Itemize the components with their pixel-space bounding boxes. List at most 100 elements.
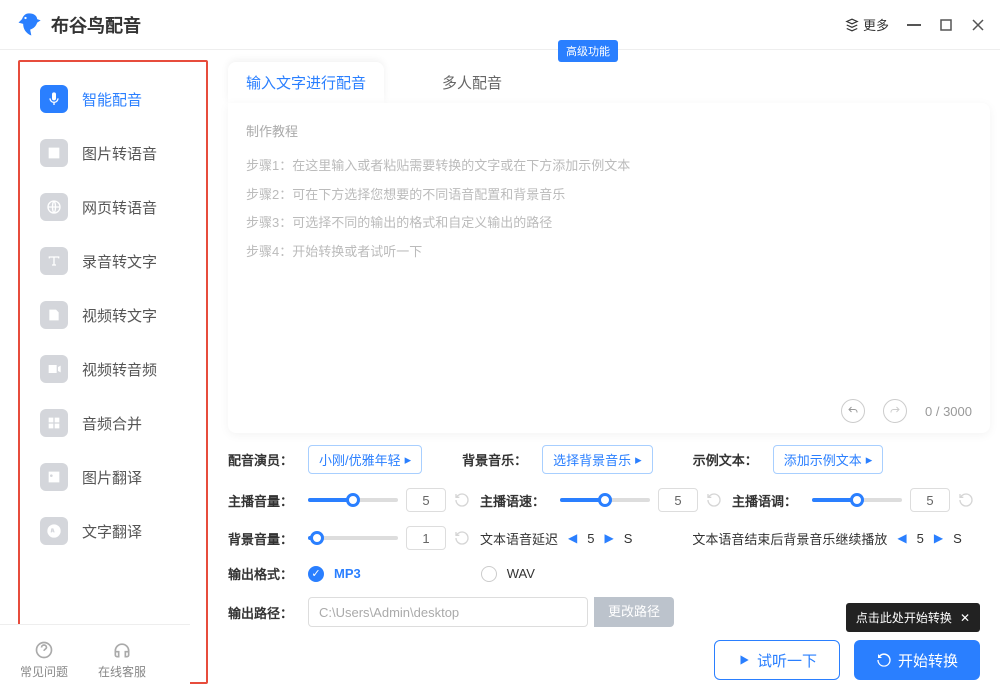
maximize-button[interactable] — [939, 18, 953, 32]
sidebar-item-video-to-text[interactable]: 视频转文字 — [20, 288, 206, 342]
sidebar-item-label: 视频转文字 — [82, 305, 157, 326]
speed-slider[interactable] — [560, 498, 650, 502]
reset-icon[interactable] — [454, 492, 470, 508]
bgvol-label: 背景音量： — [228, 529, 298, 548]
delay-increase[interactable]: ▶ — [604, 531, 613, 545]
continue-increase[interactable]: ▶ — [934, 531, 943, 545]
continue-value: 5 — [917, 531, 924, 546]
tone-slider[interactable] — [812, 498, 902, 502]
text-icon — [40, 247, 68, 275]
play-icon — [737, 653, 751, 667]
delay-decrease[interactable]: ◀ — [568, 531, 577, 545]
sidebar-item-video-to-audio[interactable]: 视频转音频 — [20, 342, 206, 396]
app-title: 布谷鸟配音 — [51, 12, 141, 38]
photo-icon — [40, 463, 68, 491]
editor-line: 步骤1：在这里输入或者粘贴需要转换的文字或在下方添加示例文本 — [246, 152, 972, 181]
bird-icon — [15, 11, 43, 39]
sidebar-item-label: 图片翻译 — [82, 467, 142, 488]
faq-button[interactable]: 常见问题 — [20, 640, 68, 680]
delay-value: 5 — [587, 531, 594, 546]
play-icon: ▸ — [866, 452, 873, 468]
redo-button[interactable] — [883, 399, 907, 423]
volume-value[interactable]: 5 — [406, 488, 446, 512]
bgvol-slider[interactable] — [308, 536, 398, 540]
delay-unit: S — [624, 531, 633, 546]
speed-label: 主播语速： — [480, 491, 550, 510]
reset-icon[interactable] — [454, 530, 470, 546]
sidebar: 智能配音 图片转语音 网页转语音 录音转文字 视频转文字 视频转音频 音频合并 — [18, 60, 208, 684]
main-panel: 高级功能 输入文字进行配音 多人配音 制作教程 步骤1：在这里输入或者粘贴需要转… — [208, 50, 1000, 694]
play-icon: ▸ — [405, 452, 412, 468]
actor-label: 配音演员： — [228, 450, 298, 469]
sidebar-item-audio-merge[interactable]: 音频合并 — [20, 396, 206, 450]
editor-line: 步骤3：可选择不同的输出的格式和自定义输出的路径 — [246, 209, 972, 238]
continue-decrease[interactable]: ◀ — [897, 531, 906, 545]
change-path-button[interactable]: 更改路径 — [594, 597, 674, 627]
tabs: 高级功能 输入文字进行配音 多人配音 — [228, 62, 990, 103]
video-text-icon — [40, 301, 68, 329]
radio-mp3[interactable] — [308, 566, 324, 582]
editor-header: 制作教程 — [246, 121, 972, 140]
editor-line: 步骤2：可在下方选择您想要的不同语音配置和背景音乐 — [246, 181, 972, 210]
sidebar-item-label: 音频合并 — [82, 413, 142, 434]
bgm-select[interactable]: 选择背景音乐▸ — [542, 445, 653, 474]
sidebar-item-web-to-voice[interactable]: 网页转语音 — [20, 180, 206, 234]
merge-icon — [40, 409, 68, 437]
reset-icon[interactable] — [958, 492, 974, 508]
support-button[interactable]: 在线客服 — [98, 640, 146, 680]
preview-button[interactable]: 试听一下 — [714, 640, 840, 680]
titlebar: 布谷鸟配音 更多 — [0, 0, 1000, 50]
sidebar-item-smart-voice[interactable]: 智能配音 — [20, 72, 206, 126]
image-icon — [40, 139, 68, 167]
volume-label: 主播音量： — [228, 491, 298, 510]
editor-line: 步骤4：开始转换或者试听一下 — [246, 238, 972, 267]
more-button[interactable]: 更多 — [845, 15, 889, 34]
undo-button[interactable] — [841, 399, 865, 423]
tab-multi-voice[interactable]: 多人配音 — [424, 62, 520, 103]
format-label: 输出格式： — [228, 564, 298, 583]
format-mp3-label: MP3 — [334, 566, 361, 581]
tone-label: 主播语调： — [732, 491, 802, 510]
sidebar-item-label: 网页转语音 — [82, 197, 157, 218]
format-wav-label: WAV — [507, 566, 535, 581]
sidebar-item-audio-to-text[interactable]: 录音转文字 — [20, 234, 206, 288]
app-logo: 布谷鸟配音 — [15, 11, 141, 39]
convert-icon — [876, 652, 892, 668]
reset-icon[interactable] — [706, 492, 722, 508]
convert-button[interactable]: 开始转换 — [854, 640, 980, 680]
play-icon: ▸ — [635, 452, 642, 468]
tone-value[interactable]: 5 — [910, 488, 950, 512]
sidebar-item-image-to-voice[interactable]: 图片转语音 — [20, 126, 206, 180]
sample-select[interactable]: 添加示例文本▸ — [773, 445, 884, 474]
actor-select[interactable]: 小刚/优雅年轻▸ — [308, 445, 422, 474]
continue-unit: S — [953, 531, 962, 546]
path-input[interactable]: C:\Users\Admin\desktop — [308, 597, 588, 627]
bgvol-value[interactable]: 1 — [406, 526, 446, 550]
translate-icon — [40, 517, 68, 545]
close-button[interactable] — [971, 18, 985, 32]
tab-text-input[interactable]: 输入文字进行配音 — [228, 62, 384, 103]
video-icon — [40, 355, 68, 383]
path-label: 输出路径： — [228, 603, 298, 622]
sidebar-item-text-translate[interactable]: 文字翻译 — [20, 504, 206, 558]
delay-label: 文本语音延迟 — [480, 529, 558, 548]
sidebar-item-label: 文字翻译 — [82, 521, 142, 542]
convert-tooltip: 点击此处开始转换 ✕ — [846, 603, 980, 632]
sidebar-item-label: 视频转音频 — [82, 359, 157, 380]
sidebar-item-image-translate[interactable]: 图片翻译 — [20, 450, 206, 504]
mic-icon — [40, 85, 68, 113]
tooltip-close[interactable]: ✕ — [960, 611, 970, 625]
question-icon — [34, 640, 54, 660]
sidebar-item-label: 智能配音 — [82, 89, 142, 110]
minimize-button[interactable] — [907, 18, 921, 32]
volume-slider[interactable] — [308, 498, 398, 502]
headset-icon — [112, 640, 132, 660]
premium-badge: 高级功能 — [558, 40, 618, 62]
text-editor[interactable]: 制作教程 步骤1：在这里输入或者粘贴需要转换的文字或在下方添加示例文本 步骤2：… — [228, 103, 990, 433]
sample-label: 示例文本： — [693, 450, 763, 469]
speed-value[interactable]: 5 — [658, 488, 698, 512]
radio-wav[interactable] — [481, 566, 497, 582]
sidebar-item-label: 图片转语音 — [82, 143, 157, 164]
continue-label: 文本语音结束后背景音乐继续播放 — [692, 529, 887, 548]
stack-icon — [845, 18, 859, 32]
